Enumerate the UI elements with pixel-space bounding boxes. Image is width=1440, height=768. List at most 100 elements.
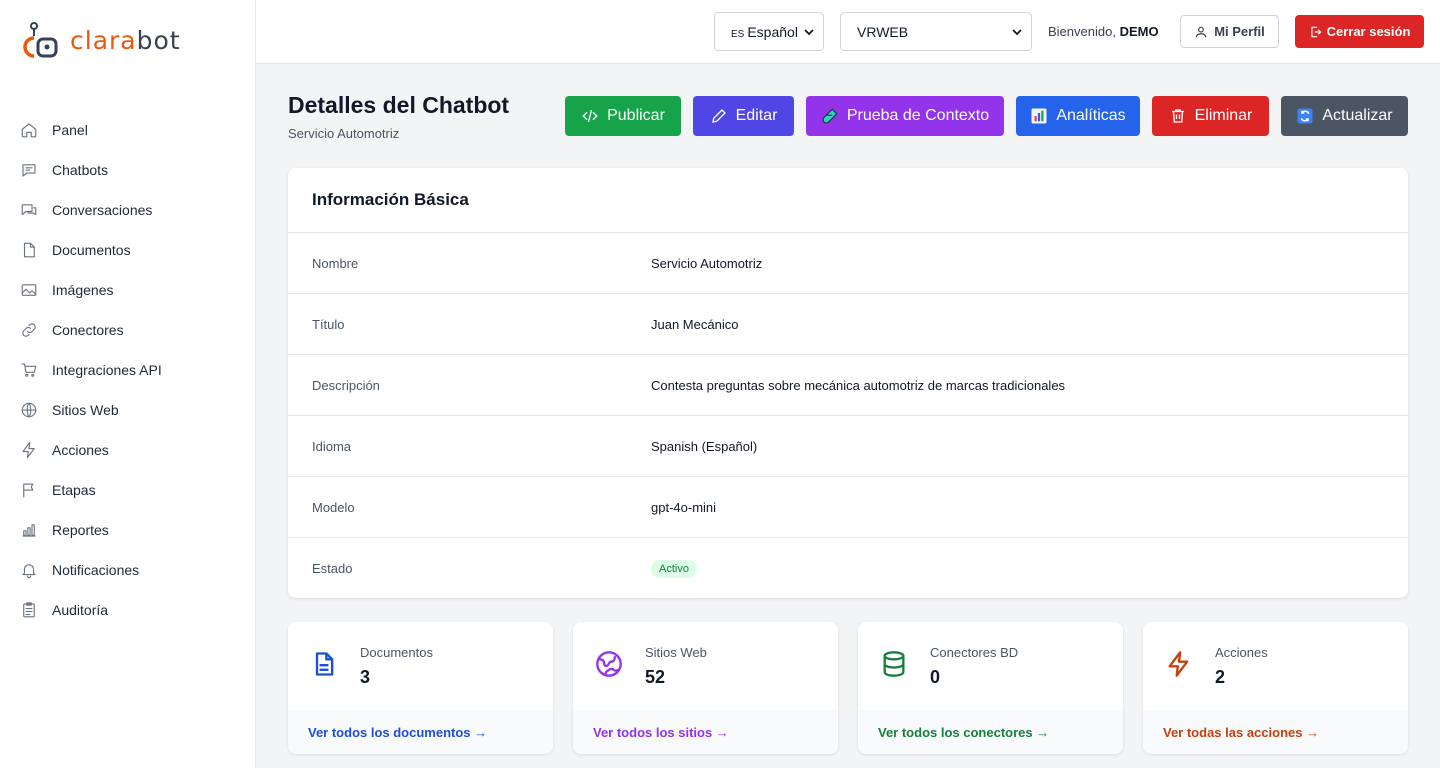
bar-chart-icon — [22, 524, 36, 537]
info-row-title: Título Juan Mecánico — [288, 294, 1408, 355]
globe-icon — [595, 650, 623, 678]
context-test-label: Prueba de Contexto — [846, 107, 990, 124]
sidebar-item-conectores[interactable]: Conectores — [0, 310, 255, 350]
brand-part1: clara — [70, 25, 137, 55]
link-icon — [22, 323, 36, 337]
info-label: Descripción — [312, 377, 380, 393]
view-all-actions-link[interactable]: Ver todas las acciones → — [1143, 710, 1408, 754]
basic-info-card: Información Básica Nombre Servicio Autom… — [288, 168, 1408, 598]
stat-value: 2 — [1215, 667, 1226, 687]
view-all-connectors-link[interactable]: Ver todos los conectores → — [858, 710, 1123, 754]
info-label: Idioma — [312, 438, 352, 454]
sidebar-item-label: Acciones — [52, 442, 109, 458]
trash-icon — [1171, 109, 1184, 123]
sidebar-item-integraciones-api[interactable]: Integraciones API — [0, 350, 255, 390]
sidebar-nav: Panel Chatbots Conversaciones Documentos… — [0, 110, 255, 630]
sidebar-item-chatbots[interactable]: Chatbots — [0, 150, 255, 190]
sidebar-item-label: Documentos — [52, 242, 131, 258]
bolt-icon — [22, 441, 35, 459]
info-value: Contesta preguntas sobre mecánica automo… — [651, 377, 1066, 393]
page-subtitle: Servicio Automotriz — [288, 126, 400, 141]
basic-info-title: Información Básica — [288, 168, 1408, 233]
view-all-documents-link[interactable]: Ver todos los documentos → — [288, 710, 553, 754]
logo-icon — [23, 22, 58, 58]
chart-icon — [1031, 108, 1047, 124]
info-value: gpt-4o-mini — [651, 499, 717, 515]
stat-value: 0 — [930, 667, 941, 687]
view-all-sites-link[interactable]: Ver todos los sitios → — [573, 710, 838, 754]
sidebar-item-panel[interactable]: Panel — [0, 110, 255, 150]
info-label: Nombre — [312, 255, 359, 271]
language-value: Español — [747, 23, 798, 40]
publish-button[interactable]: Publicar — [565, 96, 681, 136]
stat-card-documents: Documentos 3 Ver todos los documentos → — [288, 622, 553, 754]
sidebar-item-conversaciones[interactable]: Conversaciones — [0, 190, 255, 230]
info-row-language: Idioma Spanish (Español) — [288, 416, 1408, 477]
sidebar-item-label: Sitios Web — [52, 402, 119, 418]
info-row-model: Modelo gpt-4o-mini — [288, 477, 1408, 538]
sidebar-item-auditoria[interactable]: Auditoría — [0, 590, 255, 630]
sidebar-item-label: Etapas — [52, 482, 96, 498]
stat-value: 52 — [645, 667, 666, 687]
sidebar-item-label: Chatbots — [52, 162, 109, 178]
sidebar-item-sitios-web[interactable]: Sitios Web — [0, 390, 255, 430]
info-label: Título — [312, 316, 345, 332]
sidebar-item-label: Panel — [52, 122, 88, 138]
sidebar-item-label: Reportes — [52, 522, 109, 538]
logout-label: Cerrar sesión — [1326, 24, 1411, 39]
sidebar-item-label: Notificaciones — [52, 562, 140, 578]
sidebar-item-etapas[interactable]: Etapas — [0, 470, 255, 510]
user-icon — [1195, 26, 1207, 37]
conversations-icon — [21, 204, 37, 216]
clipboard-icon — [23, 602, 35, 618]
sidebar-item-label: Conectores — [52, 322, 124, 338]
flag-icon — [23, 483, 34, 498]
document-icon — [310, 650, 338, 678]
brand-part2: bot — [136, 25, 181, 55]
home-icon — [21, 123, 37, 138]
edit-label: Editar — [735, 107, 778, 124]
stat-label: Acciones — [1215, 645, 1268, 660]
profile-button[interactable]: Mi Perfil — [1180, 15, 1279, 48]
pencil-icon — [711, 109, 726, 123]
organization-select[interactable]: VRWEB — [840, 12, 1032, 51]
stat-card-db-connectors: Conectores BD 0 Ver todos los conectores… — [858, 622, 1123, 754]
sidebar: clarabot Panel Chatbots Conversaciones D… — [0, 0, 256, 768]
chevron-down-icon — [1012, 28, 1022, 35]
language-prefix: ES — [731, 28, 745, 40]
stat-value: 3 — [360, 667, 371, 687]
welcome-user: DEMO — [1119, 24, 1159, 39]
sidebar-item-notificaciones[interactable]: Notificaciones — [0, 550, 255, 590]
code-icon — [582, 109, 598, 123]
welcome-prefix: Bienvenido, — [1048, 24, 1116, 39]
info-label: Estado — [312, 561, 353, 576]
refresh-button[interactable]: Actualizar — [1281, 96, 1408, 136]
top-header: ES Español VRWEB Bienvenido, DEMO Mi Perf… — [256, 0, 1440, 64]
analytics-button[interactable]: Analíticas — [1016, 96, 1140, 136]
publish-label: Publicar — [607, 107, 665, 124]
chat-icon — [22, 164, 36, 177]
stat-label: Sitios Web — [645, 645, 707, 660]
sidebar-item-acciones[interactable]: Acciones — [0, 430, 255, 470]
clarabot-logo[interactable]: clarabot — [20, 22, 181, 58]
logout-button[interactable]: Cerrar sesión — [1295, 15, 1424, 48]
info-row-description: Descripción Contesta preguntas sobre mec… — [288, 355, 1408, 416]
page-title: Detalles del Chatbot — [288, 92, 510, 118]
sidebar-item-label: Imágenes — [52, 282, 114, 298]
language-select[interactable]: ES Español — [714, 12, 824, 51]
globe-icon — [21, 402, 37, 418]
stat-label: Documentos — [360, 645, 433, 660]
context-test-button[interactable]: Prueba de Contexto — [806, 96, 1004, 136]
stat-card-actions: Acciones 2 Ver todas las acciones → — [1143, 622, 1408, 754]
sidebar-item-reportes[interactable]: Reportes — [0, 510, 255, 550]
sidebar-item-label: Auditoría — [52, 602, 109, 618]
delete-button[interactable]: Eliminar — [1152, 96, 1269, 136]
info-value: Spanish (Español) — [651, 438, 758, 454]
logout-icon — [1310, 26, 1322, 37]
info-value: Servicio Automotriz — [651, 255, 763, 271]
edit-button[interactable]: Editar — [693, 96, 794, 136]
bolt-icon — [1165, 650, 1193, 678]
sidebar-item-documentos[interactable]: Documentos — [0, 230, 255, 270]
test-tube-icon — [822, 108, 838, 124]
sidebar-item-imagenes[interactable]: Imágenes — [0, 270, 255, 310]
